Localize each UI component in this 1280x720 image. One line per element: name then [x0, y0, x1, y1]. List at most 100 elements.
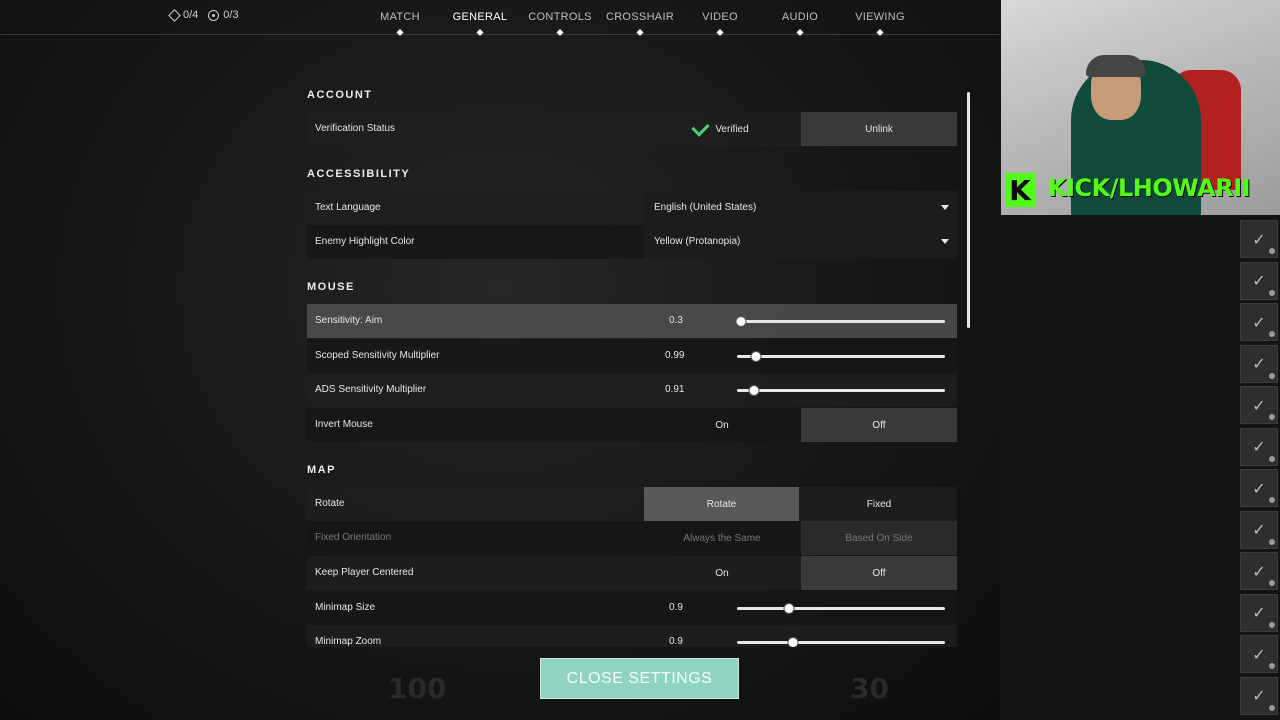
- tab-indicator-dot: [476, 28, 484, 37]
- agent-icon: ✓: [1252, 312, 1266, 332]
- fixed-option-button[interactable]: Fixed: [801, 487, 957, 521]
- invert-mouse-label: Invert Mouse: [315, 419, 373, 430]
- side-list-item[interactable]: ✓: [1240, 552, 1278, 590]
- status-dot: [1269, 372, 1275, 379]
- ads-sensitivity-slider[interactable]: [737, 386, 945, 395]
- always-the-same-label: Always the Same: [683, 532, 761, 544]
- agent-icon: ✓: [1252, 354, 1266, 373]
- minimap-zoom-input[interactable]: 0.9: [669, 636, 683, 647]
- row-enemy-highlight-color: Enemy Highlight Color Yellow (Protanopia…: [307, 225, 957, 259]
- ads-sensitivity-label: ADS Sensitivity Multiplier: [315, 384, 427, 395]
- side-list-item[interactable]: ✓: [1240, 676, 1278, 715]
- agent-icon: ✓: [1252, 603, 1266, 622]
- side-list-item[interactable]: ✓: [1240, 386, 1278, 424]
- row-fixed-orientation: Fixed Orientation Always the Same Based …: [307, 521, 957, 555]
- keep-off-label: Off: [872, 567, 886, 579]
- fixed-orientation-label: Fixed Orientation: [315, 532, 392, 543]
- keep-centered-off-button[interactable]: Off: [801, 556, 957, 590]
- tab-viewing[interactable]: VIEWING: [855, 11, 905, 23]
- sensitivity-aim-slider[interactable]: [736, 317, 945, 326]
- slider-thumb[interactable]: [751, 352, 761, 361]
- diamond-icon: [168, 8, 181, 22]
- side-list-item[interactable]: ✓: [1240, 635, 1278, 673]
- kick-logo-icon: K: [1005, 173, 1035, 207]
- verification-status-label: Verification Status: [315, 123, 396, 134]
- row-minimap-size: Minimap Size 0.9: [307, 591, 957, 625]
- kick-channel-text: KICK/LHOWARII: [1048, 174, 1251, 202]
- match-counters: 0/4 0/3: [168, 8, 239, 22]
- side-list-item[interactable]: ✓: [1240, 303, 1278, 341]
- tab-indicator-dot: [796, 28, 804, 37]
- side-list-item[interactable]: ✓: [1240, 469, 1278, 507]
- row-sensitivity-aim: Sensitivity: Aim 0.3: [307, 304, 957, 338]
- agent-icon: ✓: [1252, 686, 1266, 705]
- slider-thumb[interactable]: [788, 638, 798, 647]
- invert-mouse-on-button[interactable]: On: [644, 408, 800, 442]
- side-list-item[interactable]: ✓: [1240, 220, 1278, 258]
- side-list-item[interactable]: ✓: [1240, 510, 1278, 549]
- tab-audio[interactable]: AUDIO: [782, 11, 818, 23]
- enemy-highlight-color-dropdown[interactable]: Yellow (Protanopia): [644, 225, 957, 259]
- minimap-zoom-slider[interactable]: [737, 638, 945, 647]
- tab-indicator-dot: [396, 28, 404, 37]
- settings-scrollbar[interactable]: [967, 92, 970, 328]
- row-minimap-zoom: Minimap Zoom 0.9: [307, 625, 957, 647]
- counter-b: 0/3: [208, 9, 239, 21]
- text-language-dropdown[interactable]: English (United States): [644, 191, 957, 225]
- rotate-label: Rotate: [315, 498, 345, 509]
- rotate-option-label: Rotate: [706, 498, 737, 510]
- side-list-item[interactable]: ✓: [1240, 427, 1278, 466]
- tab-indicator-dot: [716, 28, 724, 37]
- scoped-sensitivity-label: Scoped Sensitivity Multiplier: [315, 350, 440, 361]
- settings-top-bar: 0/4 0/3 MATCH GENERAL CONTROLS CROSSHAIR VID…: [0, 0, 1000, 37]
- side-list-item[interactable]: ✓: [1240, 344, 1278, 383]
- agent-icon: ✓: [1252, 644, 1266, 664]
- section-title-mouse: MOUSE: [307, 281, 355, 293]
- unlink-label: Unlink: [865, 123, 893, 135]
- section-title-account: ACCOUNT: [307, 89, 373, 101]
- status-dot: [1269, 663, 1275, 669]
- side-list-item[interactable]: ✓: [1240, 593, 1278, 632]
- side-player-list: ✓ ✓ ✓ ✓ ✓ ✓ ✓ ✓ ✓ ✓ ✓ ✓: [1240, 216, 1280, 720]
- slider-thumb[interactable]: [784, 604, 794, 613]
- tab-crosshair[interactable]: CROSSHAIR: [606, 11, 674, 23]
- tab-indicator-dot: [876, 28, 884, 37]
- invert-on-label: On: [715, 419, 729, 431]
- text-language-value: English (United States): [654, 202, 757, 213]
- keep-player-centered-label: Keep Player Centered: [315, 567, 414, 578]
- tab-controls[interactable]: CONTROLS: [528, 11, 592, 23]
- minimap-size-input[interactable]: 0.9: [669, 602, 683, 613]
- slider-thumb[interactable]: [749, 386, 759, 395]
- tab-general[interactable]: GENERAL: [453, 11, 508, 23]
- based-on-side-label: Based On Side: [845, 532, 913, 544]
- always-the-same-button[interactable]: Always the Same: [644, 521, 800, 555]
- check-icon: [691, 117, 711, 137]
- keep-centered-on-button[interactable]: On: [644, 556, 800, 590]
- tab-match[interactable]: MATCH: [380, 11, 420, 23]
- slider-thumb[interactable]: [736, 317, 746, 326]
- agent-icon: ✓: [1252, 229, 1266, 249]
- ads-sensitivity-input[interactable]: 0.91: [665, 384, 684, 395]
- unlink-button[interactable]: Unlink: [801, 112, 957, 146]
- status-dot: [1269, 414, 1275, 420]
- status-dot: [1269, 621, 1275, 628]
- side-list-item[interactable]: ✓: [1240, 261, 1278, 300]
- caret-down-icon: [941, 205, 949, 210]
- target-icon: [208, 9, 220, 21]
- settings-panel: ACCOUNT Verification Status Verified Unl…: [307, 84, 957, 647]
- invert-mouse-off-button[interactable]: Off: [801, 408, 957, 442]
- status-dot: [1269, 538, 1275, 545]
- based-on-side-button[interactable]: Based On Side: [801, 521, 957, 555]
- keep-on-label: On: [715, 567, 729, 579]
- tab-video[interactable]: VIDEO: [702, 11, 738, 23]
- scoped-sensitivity-input[interactable]: 0.99: [665, 350, 684, 361]
- status-dot: [1269, 248, 1275, 254]
- scoped-sensitivity-slider[interactable]: [737, 352, 945, 361]
- close-settings-button[interactable]: CLOSE SETTINGS: [540, 658, 739, 699]
- enemy-highlight-color-label: Enemy Highlight Color: [315, 236, 415, 247]
- status-dot: [1269, 331, 1275, 337]
- sensitivity-aim-input[interactable]: 0.3: [669, 315, 683, 326]
- rotate-option-button[interactable]: Rotate: [644, 487, 799, 521]
- minimap-size-slider[interactable]: [737, 604, 945, 613]
- enemy-highlight-color-value: Yellow (Protanopia): [654, 236, 741, 247]
